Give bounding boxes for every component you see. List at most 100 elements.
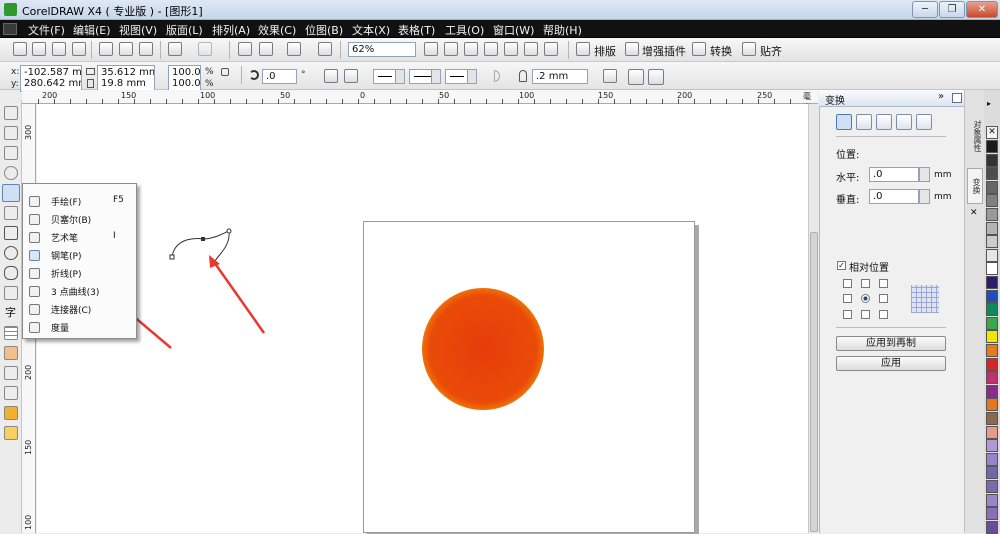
horizontal-unit: mm [934, 170, 952, 180]
vertical-unit: mm [934, 192, 952, 202]
color-swatch[interactable] [986, 439, 998, 453]
three-point-curve-icon [29, 286, 40, 297]
flyout-item-shortcut: F5 [113, 195, 124, 205]
transform-position-icon[interactable] [836, 114, 852, 130]
close-tab-icon[interactable]: ✕ [970, 208, 978, 218]
flyout-item-label: 手绘(F) [51, 198, 82, 208]
flyout-item-3-point-curve[interactable]: 3 点曲线(3) [27, 283, 135, 300]
flyout-item-artistic-media[interactable]: 艺术笔 I [27, 229, 135, 246]
tab-object-properties[interactable]: 对象属性 [967, 112, 983, 160]
color-swatch[interactable] [986, 330, 998, 344]
flyout-item-label: 连接器(C) [51, 306, 92, 316]
flyout-item-label: 折线(P) [51, 270, 82, 280]
docker-expand-icon[interactable]: » [938, 91, 944, 102]
docker-tabs: 对象属性 变换 ✕ [964, 90, 984, 533]
color-swatch[interactable] [986, 167, 998, 181]
flyout-item-label: 艺术笔 [51, 234, 79, 244]
curve-node-middle [201, 237, 205, 241]
horizontal-spinner[interactable] [919, 167, 930, 182]
connector-icon [29, 304, 40, 315]
relative-position-label: 相对位置 [849, 263, 889, 274]
color-swatch[interactable] [986, 194, 998, 208]
flyout-item-label: 钢笔(P) [51, 252, 82, 262]
color-swatch[interactable] [986, 371, 998, 385]
color-swatch[interactable] [986, 235, 998, 249]
flyout-item-connector[interactable]: 连接器(C) [27, 301, 135, 318]
anchor-center[interactable] [861, 294, 870, 303]
curve-control-handle [226, 228, 232, 234]
flyout-item-label: 度量 [51, 324, 70, 334]
vertical-label: 垂直: [836, 195, 860, 206]
color-swatch[interactable] [986, 507, 998, 521]
horizontal-position-field[interactable]: .0 [869, 167, 919, 182]
no-color-swatch[interactable]: ✕ [986, 126, 998, 139]
color-swatch[interactable] [986, 384, 998, 398]
color-swatch[interactable] [986, 466, 998, 480]
apply-button[interactable]: 应用 [836, 356, 946, 371]
color-swatch[interactable] [986, 262, 998, 276]
color-swatch[interactable] [986, 316, 998, 330]
transform-scale-icon[interactable] [876, 114, 892, 130]
docker-divider [836, 327, 946, 328]
color-swatch[interactable] [986, 480, 998, 493]
anchor-bottom-left[interactable] [843, 310, 852, 319]
docker-header: 变换 » [819, 90, 964, 107]
bezier-icon [29, 214, 40, 225]
flyout-item-pen[interactable]: 钢笔(P) [27, 247, 135, 264]
docker-minimize-icon[interactable] [952, 93, 962, 103]
anchor-middle-left[interactable] [843, 294, 852, 303]
annotation-arrow-line [212, 261, 266, 334]
pen-icon [29, 250, 40, 261]
color-swatch[interactable] [986, 493, 998, 507]
color-swatch[interactable] [986, 425, 998, 439]
anchor-middle-right[interactable] [879, 294, 888, 303]
vertical-spinner[interactable] [919, 189, 930, 204]
artistic-media-icon [29, 232, 40, 243]
transform-size-icon[interactable] [896, 114, 912, 130]
flyout-item-label: 3 点曲线(3) [51, 288, 100, 298]
position-section-label: 位置: [836, 150, 860, 161]
flyout-item-freehand[interactable]: 手绘(F) F5 [27, 193, 135, 210]
color-swatch[interactable] [986, 153, 998, 167]
color-swatch[interactable] [986, 303, 998, 317]
curve-node-start [169, 254, 175, 260]
flyout-item-shortcut: I [113, 231, 116, 241]
position-grid-preview-icon [911, 285, 939, 313]
color-swatch[interactable] [986, 140, 998, 153]
palette-scroll-up-icon[interactable]: ▸ [987, 99, 991, 108]
curve-tools-flyout: 手绘(F) F5 贝塞尔(B) 艺术笔 I 钢笔(P) 折线(P) 3 点曲线(3)… [22, 183, 137, 339]
color-swatch[interactable] [986, 344, 998, 357]
relative-position-checkbox[interactable]: ✓ [837, 261, 846, 270]
color-swatch[interactable] [986, 180, 998, 194]
docker-title: 变换 [825, 96, 845, 107]
color-swatch[interactable] [986, 289, 998, 303]
anchor-top-left[interactable] [843, 279, 852, 288]
flyout-item-dimension[interactable]: 度量 [27, 319, 135, 336]
color-swatch[interactable] [986, 248, 998, 262]
color-swatch[interactable] [986, 208, 998, 221]
color-swatch[interactable] [986, 452, 998, 466]
color-swatch[interactable] [986, 357, 998, 371]
apply-to-duplicate-button[interactable]: 应用到再制 [836, 336, 946, 351]
anchor-top-right[interactable] [879, 279, 888, 288]
dimension-icon [29, 322, 40, 333]
color-swatch[interactable] [986, 398, 998, 412]
vertical-position-field[interactable]: .0 [869, 189, 919, 204]
bezier-curve-path [171, 230, 230, 267]
flyout-item-polyline[interactable]: 折线(P) [27, 265, 135, 282]
color-swatch[interactable] [986, 276, 998, 289]
anchor-bottom-center[interactable] [861, 310, 870, 319]
anchor-top-center[interactable] [861, 279, 870, 288]
color-swatch[interactable] [986, 520, 998, 534]
transform-rotate-icon[interactable] [856, 114, 872, 130]
color-swatch[interactable] [986, 412, 998, 425]
polyline-icon [29, 268, 40, 279]
color-swatch[interactable] [986, 221, 998, 235]
horizontal-label: 水平: [836, 173, 860, 184]
transform-skew-icon[interactable] [916, 114, 932, 130]
freehand-icon [29, 196, 40, 207]
flyout-item-bezier[interactable]: 贝塞尔(B) [27, 211, 135, 228]
flyout-item-label: 贝塞尔(B) [51, 216, 92, 226]
anchor-bottom-right[interactable] [879, 310, 888, 319]
tab-transform[interactable]: 变换 [967, 168, 983, 204]
